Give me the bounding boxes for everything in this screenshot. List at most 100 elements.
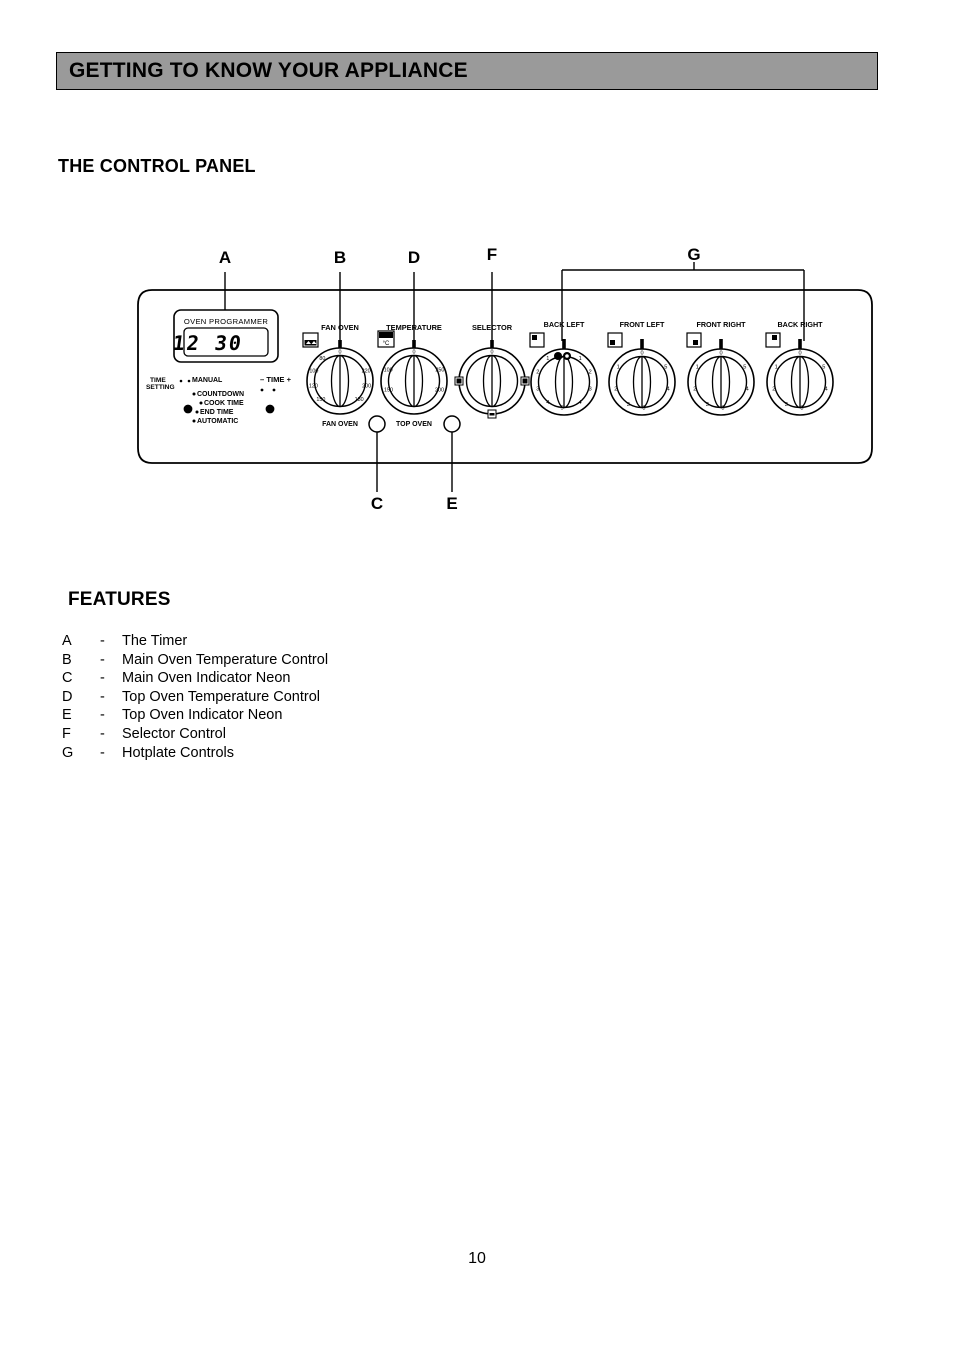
svg-text:MANUAL: MANUAL [192, 377, 223, 384]
svg-text:3: 3 [785, 402, 788, 408]
page-number: 10 [468, 1250, 486, 1267]
hob-front-left-icon [607, 332, 623, 348]
knob-selector-group: SELECTOR 0 [454, 323, 530, 419]
svg-text:2: 2 [536, 370, 539, 376]
svg-text:2: 2 [772, 386, 775, 392]
panel-outline [137, 289, 873, 464]
callout-leader-lines [224, 262, 805, 492]
indicator-neon-top-oven [443, 415, 461, 433]
feature-dash: - [100, 633, 105, 649]
svg-text:1: 1 [546, 356, 549, 362]
feature-item-d: D - Top Oven Temperature Control [62, 688, 328, 707]
feature-item-c: C - Main Oven Indicator Neon [62, 669, 328, 688]
svg-text:COUNTDOWN: COUNTDOWN [197, 391, 244, 398]
knob-front-left-group: FRONT LEFT 0 1 2 3 5 4 3 [607, 320, 676, 416]
feature-text: Hotplate Controls [122, 744, 235, 761]
svg-text:AUTOMATIC: AUTOMATIC [197, 418, 238, 425]
feature-item-b: B - Main Oven Temperature Control [62, 651, 328, 670]
feature-letter: F [62, 725, 71, 742]
page-header-banner: GETTING TO KNOW YOUR APPLIANCE [56, 52, 878, 90]
svg-text:0: 0 [719, 351, 722, 357]
feature-dash: - [100, 725, 105, 742]
knob-temperature-group: TEMPERATURE °C 0 100 150 200 250 TOP OVE… [377, 323, 448, 428]
svg-text:150: 150 [384, 387, 393, 393]
svg-text:3: 3 [589, 386, 592, 392]
callout-letter-c: C [370, 494, 384, 513]
dual-ring-indicator [554, 352, 571, 360]
hob-front-right-icon [686, 332, 702, 348]
svg-text:0: 0 [640, 351, 643, 357]
feature-text: Top Oven Indicator Neon [122, 707, 283, 724]
svg-text:FRONT LEFT: FRONT LEFT [620, 320, 665, 329]
feature-item-e: E - Top Oven Indicator Neon [62, 706, 328, 725]
feature-text: Main Oven Indicator Neon [122, 670, 291, 687]
svg-text:200: 200 [362, 384, 371, 390]
feature-text: Selector Control [122, 725, 226, 742]
callout-letter-d: D [407, 248, 421, 267]
svg-text:3: 3 [721, 405, 724, 411]
feature-dash: - [100, 707, 105, 724]
svg-text:FRONT RIGHT: FRONT RIGHT [696, 320, 746, 329]
indicator-neon-main-oven [368, 415, 386, 433]
svg-text:2: 2 [589, 370, 592, 376]
svg-text:1: 1 [775, 364, 778, 370]
svg-text:4: 4 [546, 400, 549, 406]
svg-text:SETTING: SETTING [146, 384, 175, 391]
hob-back-left-icon [529, 332, 545, 348]
svg-text:0: 0 [491, 350, 494, 356]
callout-letter-b: B [333, 248, 347, 267]
feature-letter: A [62, 633, 72, 649]
svg-text:– TIME +: – TIME + [260, 375, 292, 384]
celsius-icon: °C [377, 330, 395, 348]
svg-text:5: 5 [743, 364, 746, 370]
svg-text:3: 3 [706, 402, 709, 408]
callout-letter-f: F [486, 245, 498, 264]
svg-text:220: 220 [362, 369, 371, 375]
page-title: GETTING TO KNOW YOUR APPLIANCE [69, 59, 468, 82]
svg-text:3: 3 [627, 402, 630, 408]
feature-item-f: F - Selector Control [62, 725, 328, 744]
features-list: A - The Timer B - Main Oven Temperature … [62, 632, 328, 762]
feature-item-a: A - The Timer [62, 632, 328, 651]
knob-back-left-group: BACK LEFT 1 2 3 4 5 1 2 3 4 [529, 320, 598, 416]
svg-text:TOP OVEN: TOP OVEN [396, 421, 432, 428]
svg-text:120: 120 [309, 384, 318, 390]
fan-oven-icon [302, 332, 319, 348]
svg-text:80: 80 [319, 356, 325, 362]
svg-text:0: 0 [798, 351, 801, 357]
section-heading-control-panel: THE CONTROL PANEL [58, 156, 256, 176]
feature-dash: - [100, 651, 105, 668]
svg-text:TEMPERATURE: TEMPERATURE [386, 323, 442, 332]
feature-dash: - [100, 688, 105, 705]
svg-text:1: 1 [696, 364, 699, 370]
feature-letter: E [62, 707, 72, 724]
feature-letter: B [62, 651, 72, 668]
svg-text:200: 200 [435, 387, 444, 393]
svg-text:2: 2 [614, 386, 617, 392]
features-heading: FEATURES [68, 589, 171, 610]
feature-dash: - [100, 744, 105, 761]
svg-text:FAN OVEN: FAN OVEN [322, 421, 358, 428]
callout-letter-e: E [446, 494, 458, 513]
feature-text: Main Oven Temperature Control [122, 651, 329, 668]
svg-text:5: 5 [561, 405, 564, 411]
feature-text: Top Oven Temperature Control [122, 688, 321, 705]
callout-letter-a: A [218, 248, 232, 267]
svg-text:0: 0 [339, 350, 342, 356]
svg-text:BACK LEFT: BACK LEFT [544, 320, 585, 329]
feature-dash: - [100, 670, 105, 687]
svg-text:°C: °C [383, 341, 390, 347]
feature-item-g: G - Hotplate Controls [62, 744, 328, 763]
svg-text:4: 4 [579, 400, 582, 406]
svg-text:5: 5 [664, 364, 667, 370]
svg-text:0: 0 [413, 350, 416, 356]
svg-text:3: 3 [536, 386, 539, 392]
svg-text:4: 4 [746, 386, 749, 392]
svg-text:150: 150 [316, 397, 325, 403]
knob-fan-oven-group: FAN OVEN 0 80 100 120 150 180 200 220 FA… [302, 323, 374, 428]
svg-text:5: 5 [822, 364, 825, 370]
feature-letter: G [62, 744, 74, 761]
svg-text:2: 2 [693, 386, 696, 392]
svg-text:SELECTOR: SELECTOR [472, 323, 513, 332]
svg-text:3: 3 [642, 405, 645, 411]
